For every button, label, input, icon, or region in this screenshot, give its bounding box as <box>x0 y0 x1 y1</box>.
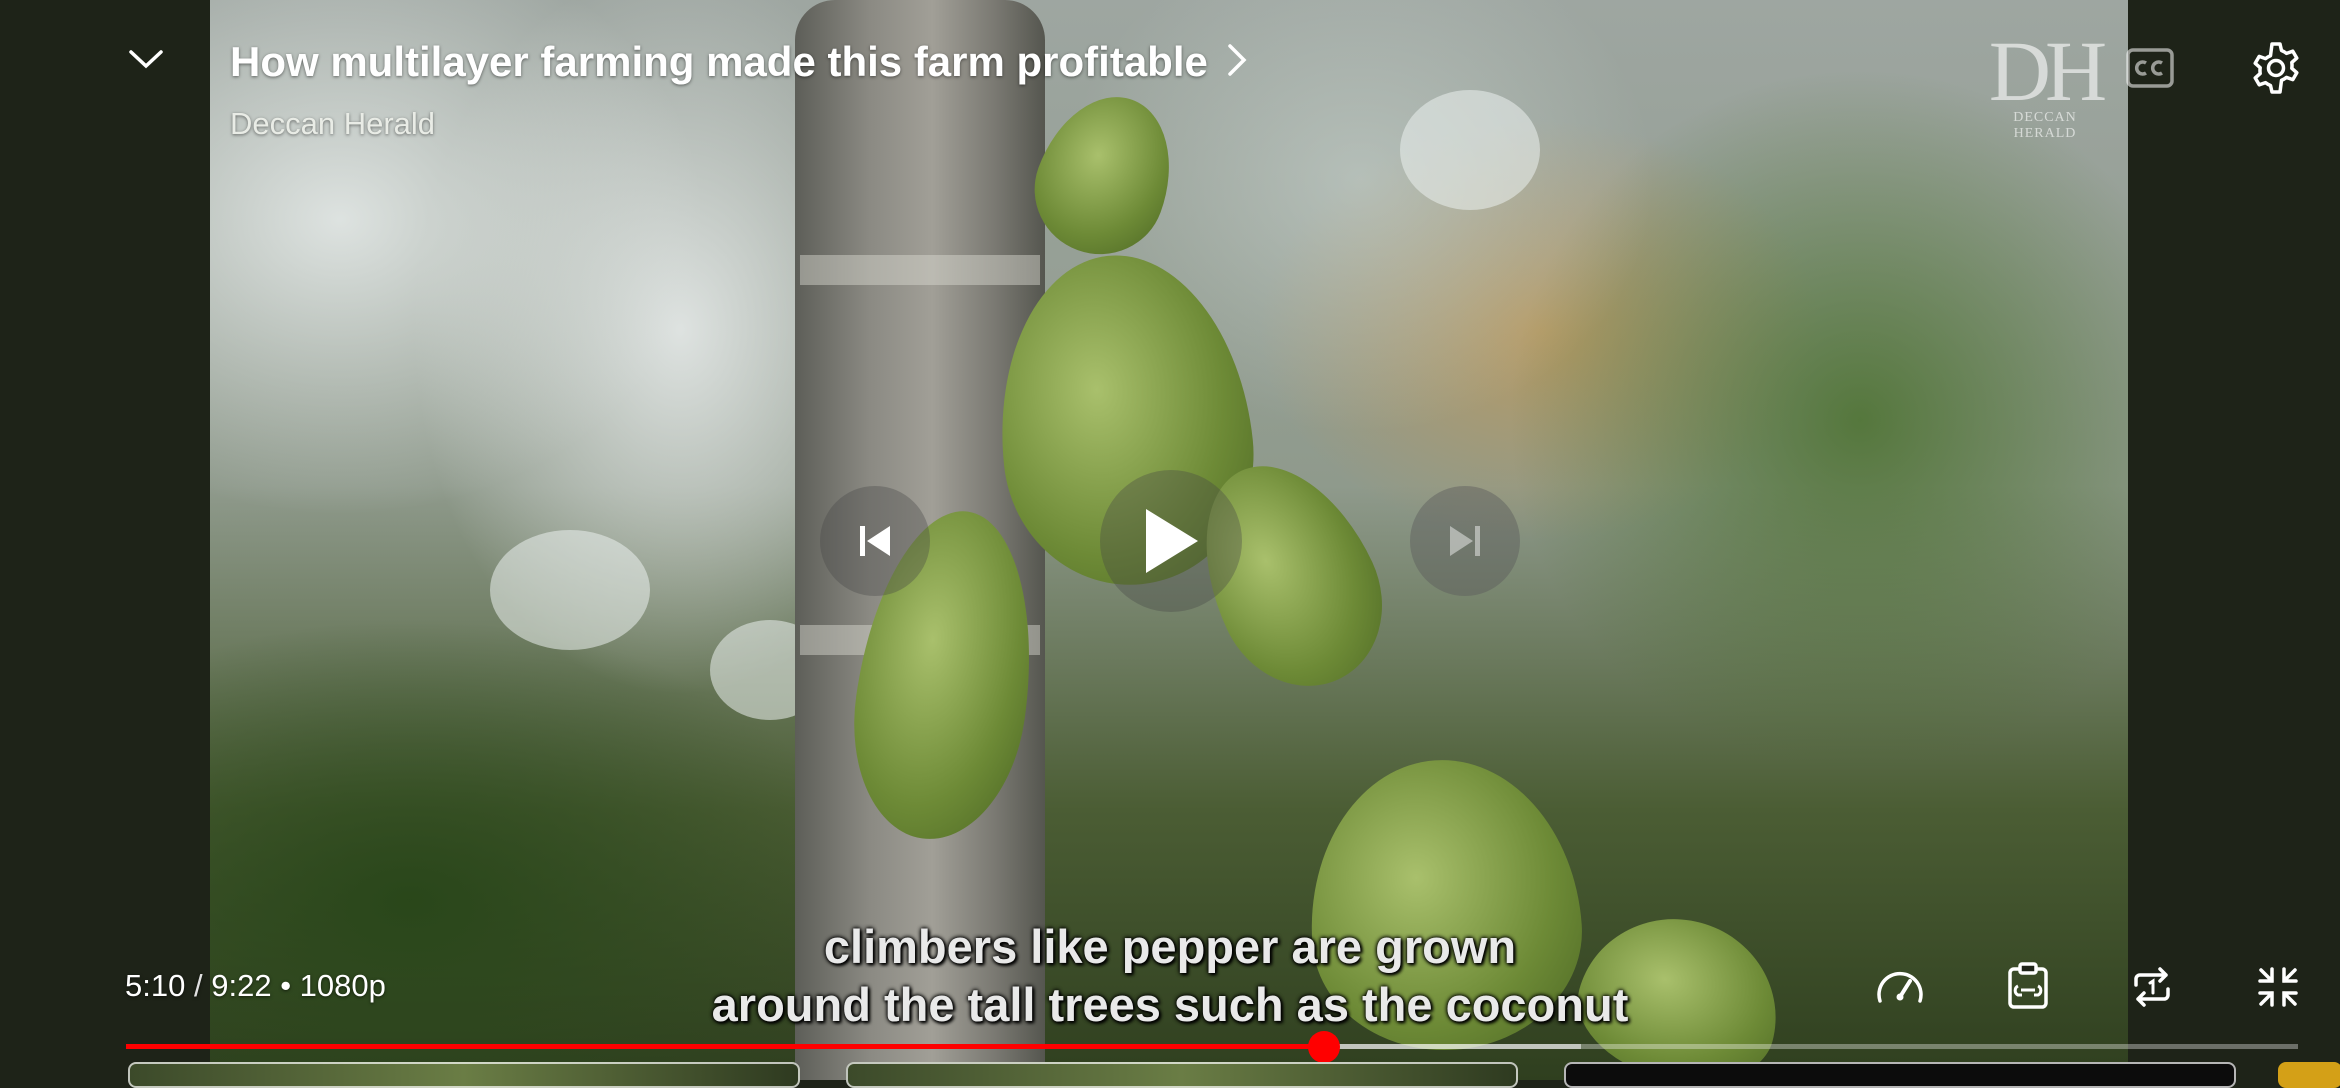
subtitle-line: around the tall trees such as the coconu… <box>711 978 1629 1031</box>
skip-previous-icon[interactable] <box>820 486 930 596</box>
skip-next-icon[interactable] <box>1410 486 1520 596</box>
video-title[interactable]: How multilayer farming made this farm pr… <box>230 38 1208 86</box>
subtitle-overlay: climbers like pepper are grown around th… <box>0 918 2340 1034</box>
channel-name[interactable]: Deccan Herald <box>230 106 435 142</box>
loop-icon[interactable] <box>2124 962 2180 1012</box>
video-title-row[interactable]: How multilayer farming made this farm pr… <box>230 38 1248 86</box>
storyboard-strip <box>0 1062 2340 1088</box>
watermark-main: DH <box>1988 23 2107 119</box>
speedometer-icon[interactable] <box>1872 964 1928 1010</box>
storyboard-thumbnail[interactable] <box>2278 1062 2340 1088</box>
storyboard-thumbnail[interactable] <box>1564 1062 2236 1088</box>
gear-icon[interactable] <box>2248 40 2304 96</box>
seek-handle[interactable] <box>1308 1031 1341 1063</box>
play-icon[interactable] <box>1100 470 1242 612</box>
background-bokeh <box>490 530 650 650</box>
played-track <box>126 1044 1325 1049</box>
storyboard-thumbnail[interactable] <box>128 1062 800 1088</box>
closed-captions-icon[interactable] <box>2126 44 2174 92</box>
clip-icon[interactable] <box>2000 960 2056 1012</box>
background-bokeh <box>1400 90 1540 210</box>
chevron-right-icon[interactable] <box>1226 42 1248 83</box>
subtitle-line: climbers like pepper are grown <box>823 920 1517 973</box>
chevron-down-icon[interactable] <box>122 35 170 83</box>
trunk-band <box>800 255 1040 285</box>
exit-fullscreen-icon[interactable] <box>2250 962 2306 1012</box>
seek-bar[interactable] <box>126 1044 2298 1049</box>
channel-watermark: DH DECCAN HERALD <box>1980 28 2110 148</box>
storyboard-thumbnail[interactable] <box>846 1062 1518 1088</box>
